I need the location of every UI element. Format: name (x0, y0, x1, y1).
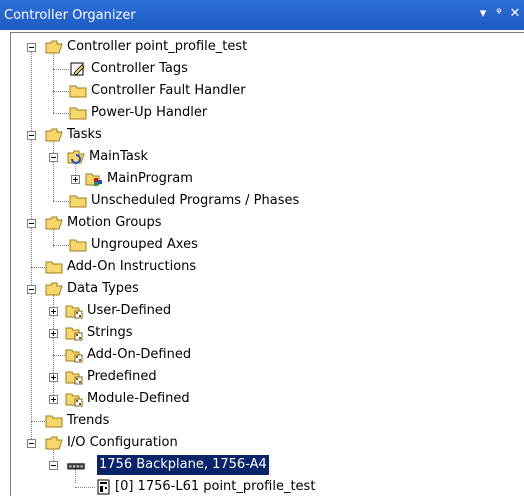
tree-label: Controller Tags (91, 61, 188, 76)
tree-item-data-types[interactable]: Data Types (11, 279, 511, 299)
tree-item-module-defined[interactable]: Module-Defined (11, 389, 511, 409)
collapse-toggle[interactable] (49, 461, 58, 470)
tree-label-selected: 1756 Backplane, 1756-A4 (97, 455, 269, 475)
dropdown-button[interactable]: ▾ (476, 7, 490, 21)
tree-line (53, 201, 69, 202)
tree-label: Tasks (67, 127, 102, 142)
datatype-folder-icon (65, 393, 83, 407)
open-folder-icon (45, 216, 63, 230)
tree-item-controller-tags[interactable]: Controller Tags (11, 59, 511, 79)
tree-line (31, 267, 45, 268)
tree-label: Strings (87, 325, 133, 340)
tree-label: Module-Defined (87, 391, 190, 406)
tree-item-controller-module[interactable]: [0] 1756-L61 point_profile_test (11, 477, 511, 497)
tree-line (53, 91, 69, 92)
tree-label: Trends (67, 413, 110, 428)
collapse-toggle[interactable] (27, 439, 36, 448)
program-folder-icon (85, 173, 102, 186)
tree-item-motion-groups[interactable]: Motion Groups (11, 213, 511, 233)
tree-item-io-configuration[interactable]: I/O Configuration (11, 433, 511, 453)
tree-line (53, 69, 69, 70)
folder-icon (69, 107, 87, 120)
datatype-folder-icon (65, 305, 83, 319)
open-folder-icon (45, 40, 63, 54)
tree-line (75, 487, 95, 488)
tree-line (53, 245, 69, 246)
tree-item-main-task[interactable]: MainTask (11, 147, 511, 167)
open-folder-icon (45, 436, 63, 450)
tree-label: [0] 1756-L61 point_profile_test (115, 479, 316, 494)
tree-item-predefined[interactable]: Predefined (11, 367, 511, 387)
datatype-folder-icon (65, 327, 83, 341)
tree-label: I/O Configuration (67, 435, 178, 450)
tree-item-add-on-defined[interactable]: Add-On-Defined (11, 345, 511, 365)
tree-label: Ungrouped Axes (91, 237, 198, 252)
tags-pencil-icon (70, 62, 85, 76)
tree-item-strings[interactable]: Strings (11, 323, 511, 343)
collapse-toggle[interactable] (27, 131, 36, 140)
tree-label: Add-On-Defined (87, 347, 192, 362)
tree-item-controller[interactable]: Controller point_profile_test (11, 37, 511, 57)
backplane-icon (67, 463, 85, 470)
tree-item-tasks[interactable]: Tasks (11, 125, 511, 145)
tree-label: Power-Up Handler (91, 105, 208, 120)
datatype-folder-icon (65, 349, 83, 363)
expand-toggle[interactable] (49, 395, 58, 404)
tree-line (53, 355, 65, 356)
expand-toggle[interactable] (49, 329, 58, 338)
open-folder-icon (45, 282, 63, 296)
collapse-toggle[interactable] (27, 219, 36, 228)
collapse-toggle[interactable] (49, 153, 58, 162)
tree-label: MainProgram (107, 171, 193, 186)
tree-line (53, 113, 69, 114)
collapse-toggle[interactable] (27, 43, 36, 52)
collapse-toggle[interactable] (27, 285, 36, 294)
module-icon (97, 479, 110, 495)
tree-label: Add-On Instructions (67, 259, 197, 274)
expand-toggle[interactable] (49, 373, 58, 382)
task-folder-icon (67, 150, 85, 164)
tree-label: Motion Groups (67, 215, 162, 230)
tree-item-unscheduled[interactable]: Unscheduled Programs / Phases (11, 191, 511, 211)
controller-organizer-tree[interactable]: Controller point_profile_test Controller… (10, 32, 524, 496)
tree-item-ungrouped-axes[interactable]: Ungrouped Axes (11, 235, 511, 255)
tree-item-power-up-handler[interactable]: Power-Up Handler (11, 103, 511, 123)
close-button[interactable]: ✕ (508, 7, 522, 21)
tree-item-trends[interactable]: Trends (11, 411, 511, 431)
tree-label: Data Types (67, 281, 139, 296)
folder-icon (69, 195, 87, 208)
tree-item-add-on-instructions[interactable]: Add-On Instructions (11, 257, 511, 277)
folder-icon (69, 85, 87, 98)
tree-label: MainTask (89, 149, 149, 164)
tree-label: User-Defined (87, 303, 172, 318)
tree-label: Unscheduled Programs / Phases (91, 193, 300, 208)
folder-icon (45, 261, 63, 274)
expand-toggle[interactable] (49, 307, 58, 316)
pin-button[interactable]: ᵠ (492, 7, 506, 21)
folder-icon (69, 239, 87, 252)
folder-icon (45, 415, 63, 428)
title-bar: Controller Organizer ▾ ᵠ ✕ (0, 0, 524, 30)
tree-label: Controller Fault Handler (91, 83, 246, 98)
tree-item-controller-fault-handler[interactable]: Controller Fault Handler (11, 81, 511, 101)
tree-item-main-program[interactable]: MainProgram (11, 169, 511, 189)
window-title: Controller Organizer (4, 8, 136, 23)
tree-label: Predefined (87, 369, 157, 384)
open-folder-icon (45, 128, 63, 142)
tree-label: Controller point_profile_test (67, 39, 248, 54)
tree-line (31, 421, 45, 422)
datatype-folder-icon (65, 371, 83, 385)
tree-item-user-defined[interactable]: User-Defined (11, 301, 511, 321)
expand-toggle[interactable] (71, 175, 80, 184)
tree-item-backplane[interactable]: 1756 Backplane, 1756-A4 (11, 455, 511, 475)
